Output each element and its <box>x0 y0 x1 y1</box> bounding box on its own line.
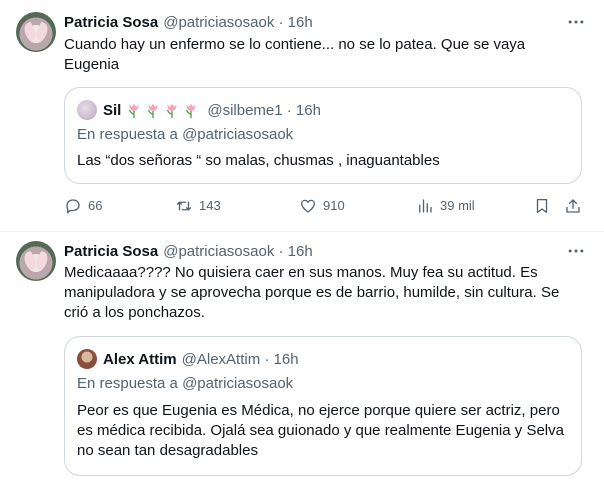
views-icon <box>419 199 432 213</box>
quoted-tweet[interactable]: Sil @silbeme1 · 16h En respuesta a @patr… <box>64 87 582 184</box>
author-name[interactable]: Patricia Sosa <box>64 243 158 260</box>
reply-prefix: En respuesta a <box>77 375 178 392</box>
like-icon <box>300 199 316 213</box>
quote-author-meta: @AlexAttim · 16h <box>181 350 299 368</box>
quote-author-name: Alex Attim <box>103 350 177 368</box>
share-icon[interactable] <box>564 197 582 215</box>
quote-author-meta: @silbeme1 · 16h <box>207 101 321 119</box>
tweet-text: Cuando hay un enfermo se lo contiene... … <box>64 36 526 73</box>
reply-handle[interactable]: @patriciasosaok <box>182 375 293 392</box>
quote-avatar <box>77 100 97 120</box>
views-count: 39 mil <box>440 198 475 213</box>
author-meta[interactable]: @patriciasosaok · 16h <box>163 14 312 31</box>
reply-context: En respuesta a @patriciasosaok <box>77 126 293 143</box>
quote-header: Sil @silbeme1 · 16h <box>77 100 321 120</box>
reply-handle[interactable]: @patriciasosaok <box>182 126 293 143</box>
more-icon[interactable] <box>566 241 586 261</box>
reply-icon <box>66 199 80 214</box>
action-bar: 66 143 910 39 mil <box>64 196 584 216</box>
tweet-header: Patricia Sosa @patriciasosaok · 16h <box>64 12 313 32</box>
avatar[interactable] <box>16 241 56 281</box>
like-button[interactable]: 910 <box>299 196 345 216</box>
tweet[interactable]: Patricia Sosa @patriciasosaok · 16h Cuan… <box>0 0 604 232</box>
repost-icon <box>176 201 192 211</box>
quote-header: Alex Attim @AlexAttim · 16h <box>77 349 299 369</box>
tweet[interactable]: Patricia Sosa @patriciasosaok · 16h Medi… <box>0 233 604 487</box>
tulip-icon <box>129 103 139 119</box>
like-count: 910 <box>323 198 345 213</box>
reply-context: En respuesta a @patriciasosaok <box>77 375 293 392</box>
tweet-header: Patricia Sosa @patriciasosaok · 16h <box>64 241 313 261</box>
views-button[interactable]: 39 mil <box>416 196 475 216</box>
quote-text: Peor es que Eugenia es Médica, no ejerce… <box>77 402 564 459</box>
tulip-icon <box>148 103 158 119</box>
tulip-emojis <box>125 101 201 119</box>
tweet-text: Medicaaaa???? No quisiera caer en sus ma… <box>64 264 560 321</box>
author-meta[interactable]: @patriciasosaok · 16h <box>163 243 312 260</box>
repost-count: 143 <box>199 198 221 213</box>
avatar[interactable] <box>16 12 56 52</box>
more-icon[interactable] <box>566 12 586 32</box>
tulip-icon <box>186 103 196 119</box>
quote-author-name: Sil <box>103 101 122 119</box>
tulip-icon <box>167 103 177 119</box>
author-name[interactable]: Patricia Sosa <box>64 14 158 31</box>
reply-prefix: En respuesta a <box>77 126 178 143</box>
reply-button[interactable]: 66 <box>64 196 102 216</box>
repost-button[interactable]: 143 <box>175 196 221 216</box>
quote-text: Las “dos señoras “ so malas, chusmas , i… <box>77 152 440 169</box>
bookmark-icon[interactable] <box>533 197 551 215</box>
reply-count: 66 <box>88 198 103 213</box>
quoted-tweet[interactable]: Alex Attim @AlexAttim · 16h En respuesta… <box>64 336 582 476</box>
quote-avatar <box>77 349 97 369</box>
